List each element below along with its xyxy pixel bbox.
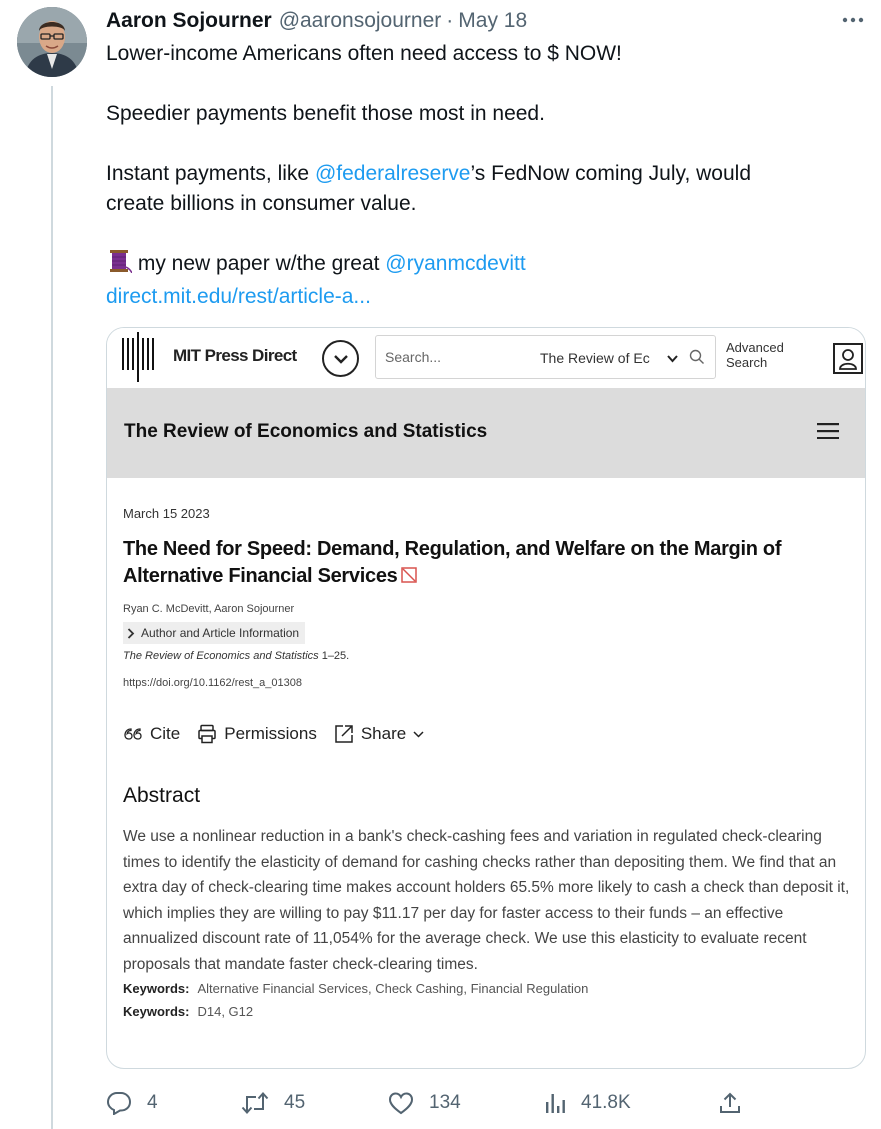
- separator-dot: ·: [446, 9, 454, 32]
- share-button[interactable]: Share: [334, 724, 424, 744]
- keywords-label: Keywords:: [123, 981, 190, 996]
- tweet-line: my new paper w/the great @ryanmcdevitt: [106, 249, 866, 282]
- keywords-label: Keywords:: [123, 1004, 190, 1019]
- hamburger-icon[interactable]: [817, 423, 839, 444]
- chevron-down-icon[interactable]: [322, 340, 359, 377]
- reply-button[interactable]: 4: [106, 1089, 158, 1117]
- like-button[interactable]: 134: [388, 1089, 461, 1117]
- publication-date: March 15 2023: [123, 506, 210, 521]
- more-icon[interactable]: [839, 7, 867, 33]
- citation-journal: The Review of Economics and Statistics: [123, 650, 319, 662]
- share-tweet-button[interactable]: [718, 1089, 742, 1117]
- tweet-line: direct.mit.edu/rest/article-a...: [106, 282, 866, 312]
- upload-icon: [720, 1092, 740, 1113]
- link-preview-card[interactable]: MIT Press Direct The Review of Ec Advanc…: [106, 327, 866, 1069]
- tweet-line: create billions in consumer value.: [106, 192, 417, 215]
- tweet-line: Speedier payments benefit those most in …: [106, 102, 545, 125]
- views-count: 41.8K: [581, 1092, 631, 1113]
- like-count: 134: [429, 1092, 461, 1113]
- search-input[interactable]: [385, 349, 505, 365]
- tweet-header: Aaron Sojourner @aaronsojourner · May 18: [106, 8, 866, 34]
- tweet-text-segment: ’s FedNow coming July, would: [470, 162, 752, 185]
- author-name[interactable]: Aaron Sojourner: [106, 8, 272, 34]
- thread-emoji-icon: [106, 249, 133, 282]
- pdf-icon[interactable]: [401, 564, 418, 591]
- tweet-line: Lower-income Americans often need access…: [106, 42, 622, 65]
- reply-count: 4: [147, 1092, 158, 1113]
- views-icon: [546, 1094, 565, 1113]
- cite-button[interactable]: Cite: [123, 724, 180, 744]
- mention-ryanmcdevitt[interactable]: @ryanmcdevitt: [385, 252, 525, 275]
- journal-bar: The Review of Economics and Statistics: [107, 388, 865, 478]
- keywords-list[interactable]: D14, G12: [197, 1004, 253, 1019]
- journal-title[interactable]: The Review of Economics and Statistics: [124, 421, 487, 443]
- article-title-text[interactable]: The Need for Speed: Demand, Regulation, …: [123, 538, 781, 587]
- cite-label: Cite: [150, 724, 181, 743]
- retweet-button[interactable]: 45: [241, 1089, 305, 1117]
- views-button[interactable]: 41.8K: [544, 1089, 631, 1117]
- article-link[interactable]: direct.mit.edu/rest/article-a...: [106, 285, 371, 308]
- avatar[interactable]: [17, 7, 87, 77]
- mit-logo-icon[interactable]: [122, 332, 158, 387]
- tweet-text: Lower-income Americans often need access…: [106, 39, 866, 312]
- reply-icon: [106, 1092, 132, 1115]
- keywords-row: Keywords: D14, G12: [123, 1000, 853, 1023]
- doi-link[interactable]: https://doi.org/10.1162/rest_a_01308: [123, 676, 853, 690]
- mention-federalreserve[interactable]: @federalreserve: [315, 162, 471, 185]
- author-handle[interactable]: @aaronsojourner: [279, 8, 442, 34]
- tweet-text-segment: my new paper w/the great: [132, 252, 386, 275]
- permissions-label: Permissions: [224, 724, 317, 743]
- keywords-row: Keywords: Alternative Financial Services,…: [123, 977, 853, 1000]
- article-section: March 15 2023 The Need for Speed: Demand…: [123, 506, 853, 1023]
- advanced-search-link[interactable]: Advanced Search: [726, 340, 806, 370]
- user-icon[interactable]: [833, 343, 863, 374]
- permissions-icon: [198, 724, 216, 744]
- tweet-line: Instant payments, like @federalreserve’s…: [106, 159, 866, 189]
- citation: The Review of Economics and Statistics 1…: [123, 649, 853, 663]
- author-info-label: Author and Article Information: [141, 626, 300, 640]
- article-title[interactable]: The Need for Speed: Demand, Regulation, …: [123, 536, 853, 591]
- tweet-text-segment: Instant payments, like: [106, 162, 315, 185]
- citation-pages: 1–25.: [318, 650, 350, 662]
- retweet-count: 45: [284, 1092, 306, 1113]
- author-info-toggle[interactable]: Author and Article Information: [123, 622, 306, 644]
- share-label: Share: [360, 724, 407, 743]
- like-icon: [388, 1092, 414, 1115]
- permissions-button[interactable]: Permissions: [197, 724, 317, 744]
- search-icon[interactable]: [689, 349, 705, 370]
- site-name[interactable]: MIT Press Direct: [173, 346, 297, 366]
- search-box: The Review of Ec: [375, 335, 716, 379]
- thread-line: [51, 86, 53, 1129]
- mit-press-header: MIT Press Direct The Review of Ec Advanc…: [107, 328, 865, 388]
- article-actions: Cite Permissions Share: [123, 722, 853, 746]
- search-scope-select[interactable]: The Review of Ec: [540, 350, 650, 366]
- tweet-date[interactable]: May 18: [458, 8, 527, 34]
- cite-icon: [124, 728, 142, 740]
- abstract-heading: Abstract: [123, 784, 201, 807]
- share-icon: [335, 725, 353, 743]
- tweet-action-bar: 4 45 134 41.8K: [106, 1089, 746, 1117]
- chevron-down-icon[interactable]: [667, 350, 678, 368]
- chevron-down-icon: [413, 730, 424, 738]
- abstract-text: We use a nonlinear reduction in a bank's…: [123, 828, 850, 973]
- tweet[interactable]: Aaron Sojourner @aaronsojourner · May 18…: [106, 8, 866, 312]
- retweet-icon: [241, 1092, 269, 1114]
- article-authors[interactable]: Ryan C. McDevitt, Aaron Sojourner: [123, 602, 853, 616]
- keywords-list[interactable]: Alternative Financial Services, Check Ca…: [197, 981, 588, 996]
